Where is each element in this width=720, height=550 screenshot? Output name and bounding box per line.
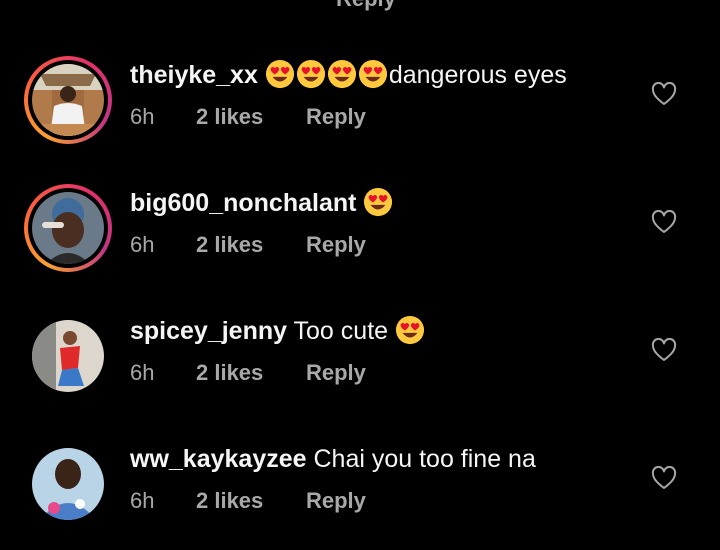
- comment-time: 6h: [130, 360, 155, 385]
- heart-outline-icon[interactable]: [651, 210, 677, 234]
- avatar[interactable]: [32, 448, 104, 520]
- heart-eyes-emoji: [358, 59, 387, 89]
- reply-button[interactable]: Reply: [306, 104, 366, 130]
- avatar[interactable]: [32, 320, 104, 392]
- comment-time: 6h: [130, 104, 155, 129]
- comment-item: big600_nonchalant 6h 2 likes Reply: [0, 184, 720, 294]
- comment-meta: 6h 2 likes Reply: [130, 488, 366, 514]
- avatar-photo: [32, 192, 104, 264]
- avatar-photo: [32, 64, 104, 136]
- comment-text: Chai you too fine na: [313, 445, 536, 473]
- heart-outline-icon[interactable]: [651, 82, 677, 106]
- heart-eyes-emoji: [265, 59, 294, 89]
- reply-button[interactable]: Reply: [306, 232, 366, 258]
- comment-username[interactable]: theiyke_xx: [130, 61, 258, 89]
- reply-button[interactable]: Reply: [306, 488, 366, 514]
- comment-meta: 6h 2 likes Reply: [130, 104, 366, 130]
- comment-meta: 6h 2 likes Reply: [130, 232, 366, 258]
- heart-eyes-emoji: [395, 315, 425, 345]
- comment-likes[interactable]: 2 likes: [196, 360, 306, 386]
- heart-eyes-emoji: [296, 59, 325, 89]
- comment-line: spicey_jenny Too cute: [130, 314, 426, 348]
- avatar[interactable]: [24, 184, 112, 272]
- comment-likes[interactable]: 2 likes: [196, 488, 306, 514]
- heart-outline-icon[interactable]: [651, 466, 677, 490]
- comment-text: dangerous eyes: [388, 61, 567, 89]
- comment-line: ww_kaykayzee Chai you too fine na: [130, 442, 536, 476]
- heart-eyes-emoji: [364, 187, 393, 217]
- comment-time: 6h: [130, 232, 155, 257]
- comment-item: spicey_jenny Too cute 6h 2 likes Reply: [0, 312, 720, 422]
- avatar[interactable]: [24, 56, 112, 144]
- comment-item: theiyke_xx dangerous eyes 6h 2 likes Reply: [0, 56, 720, 166]
- comment-likes[interactable]: 2 likes: [196, 104, 306, 130]
- heart-outline-icon[interactable]: [651, 338, 677, 362]
- comment-username[interactable]: big600_nonchalant: [130, 189, 356, 217]
- heart-eyes-emoji-group: [265, 59, 389, 89]
- comment-line: big600_nonchalant: [130, 186, 394, 220]
- comment-username[interactable]: spicey_jenny: [130, 317, 287, 345]
- reply-button[interactable]: Reply: [306, 360, 366, 386]
- comment-line: theiyke_xx dangerous eyes: [130, 58, 567, 92]
- previous-reply-link[interactable]: Reply: [336, 0, 396, 12]
- comment-username[interactable]: ww_kaykayzee: [130, 445, 307, 473]
- comment-item: ww_kaykayzee Chai you too fine na 6h 2 li…: [0, 440, 720, 550]
- comment-text: Too cute: [293, 317, 389, 345]
- comment-meta: 6h 2 likes Reply: [130, 360, 366, 386]
- heart-eyes-emoji: [327, 59, 356, 89]
- comment-time: 6h: [130, 488, 155, 513]
- comment-likes[interactable]: 2 likes: [196, 232, 306, 258]
